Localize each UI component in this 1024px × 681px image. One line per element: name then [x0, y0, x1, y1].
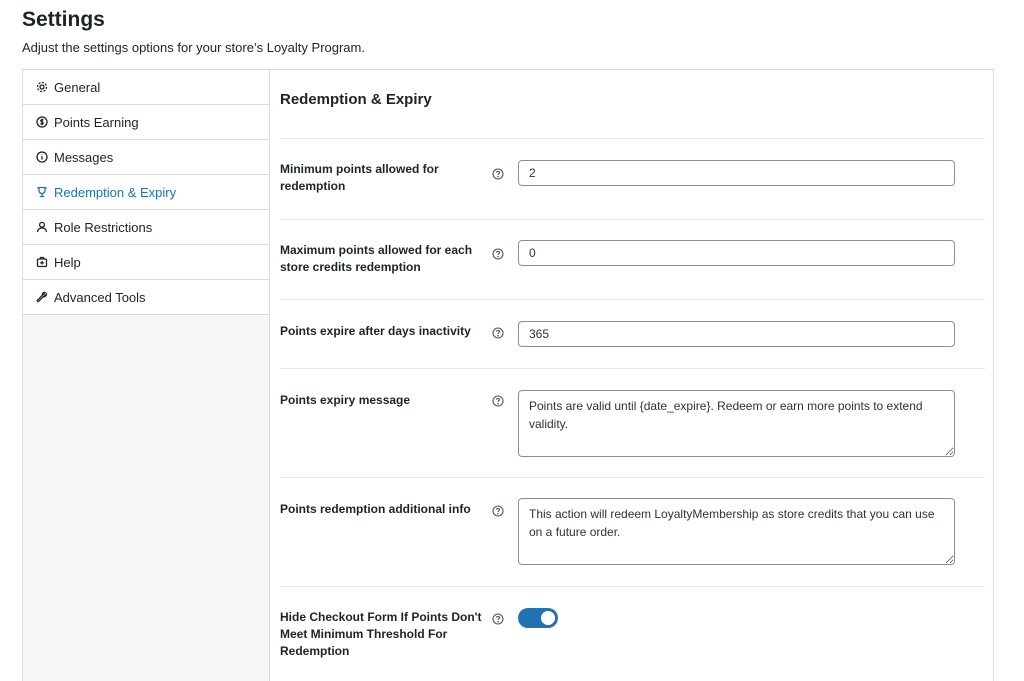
sidebar-item-help[interactable]: Help — [23, 245, 269, 280]
help-icon[interactable] — [492, 326, 504, 339]
sidebar-item-label: Advanced Tools — [54, 289, 146, 305]
help-icon[interactable] — [492, 247, 504, 260]
min-points-input[interactable] — [518, 160, 955, 186]
help-icon[interactable] — [492, 167, 504, 180]
lifebuoy-icon — [36, 256, 48, 268]
dollar-circle-icon — [36, 116, 48, 128]
info-circle-icon — [36, 151, 48, 163]
sidebar-item-label: General — [54, 79, 101, 95]
sidebar-item-label: Messages — [54, 149, 114, 165]
toggle-knob — [541, 611, 555, 625]
row-divider — [280, 477, 985, 478]
row-divider — [280, 219, 985, 220]
expiry-message-label: Points expiry message — [280, 393, 411, 407]
help-icon[interactable] — [492, 394, 504, 407]
redemption-info-label: Points redemption additional info — [280, 502, 471, 516]
sidebar-item-advanced-tools[interactable]: Advanced Tools — [23, 280, 269, 315]
row-divider — [280, 368, 985, 369]
settings-sidebar: General Points Earning Messages Redempti… — [23, 70, 270, 681]
max-points-input[interactable] — [518, 240, 955, 266]
sidebar-item-redemption-expiry[interactable]: Redemption & Expiry — [23, 175, 269, 210]
help-icon[interactable] — [492, 612, 504, 625]
settings-content: Redemption & Expiry Minimum points allow… — [270, 70, 993, 681]
expire-days-label: Points expire after days inactivity — [280, 324, 471, 338]
expire-days-input[interactable] — [518, 321, 955, 347]
redemption-info-textarea[interactable]: This action will redeem LoyaltyMembershi… — [518, 498, 955, 565]
hide-checkout-toggle[interactable] — [518, 608, 558, 628]
expiry-message-textarea[interactable]: Points are valid until {date_expire}. Re… — [518, 390, 955, 457]
max-points-label: Maximum points allowed for each store cr… — [280, 243, 473, 274]
page-title: Settings — [22, 8, 105, 31]
trophy-icon — [36, 186, 48, 198]
sidebar-item-label: Redemption & Expiry — [54, 184, 177, 200]
row-divider — [280, 299, 985, 300]
wrench-icon — [36, 291, 48, 303]
page-subtitle: Adjust the settings options for your sto… — [22, 40, 365, 55]
sidebar-item-messages[interactable]: Messages — [23, 140, 269, 175]
user-icon — [36, 221, 48, 233]
sidebar-item-points-earning[interactable]: Points Earning — [23, 105, 269, 140]
settings-panel: General Points Earning Messages Redempti… — [22, 69, 994, 681]
row-divider — [280, 586, 985, 587]
sidebar-item-role-restrictions[interactable]: Role Restrictions — [23, 210, 269, 245]
hide-checkout-label: Hide Checkout Form If Points Don't Meet … — [280, 610, 482, 658]
gear-icon — [36, 81, 48, 93]
sidebar-item-label: Role Restrictions — [54, 219, 153, 235]
sidebar-item-label: Help — [54, 254, 81, 270]
help-icon[interactable] — [492, 504, 504, 517]
sidebar-item-label: Points Earning — [54, 114, 139, 130]
sidebar-item-general[interactable]: General — [23, 70, 269, 105]
section-title: Redemption & Expiry — [280, 91, 432, 108]
min-points-label: Minimum points allowed for redemption — [280, 162, 439, 193]
section-divider — [280, 138, 985, 139]
